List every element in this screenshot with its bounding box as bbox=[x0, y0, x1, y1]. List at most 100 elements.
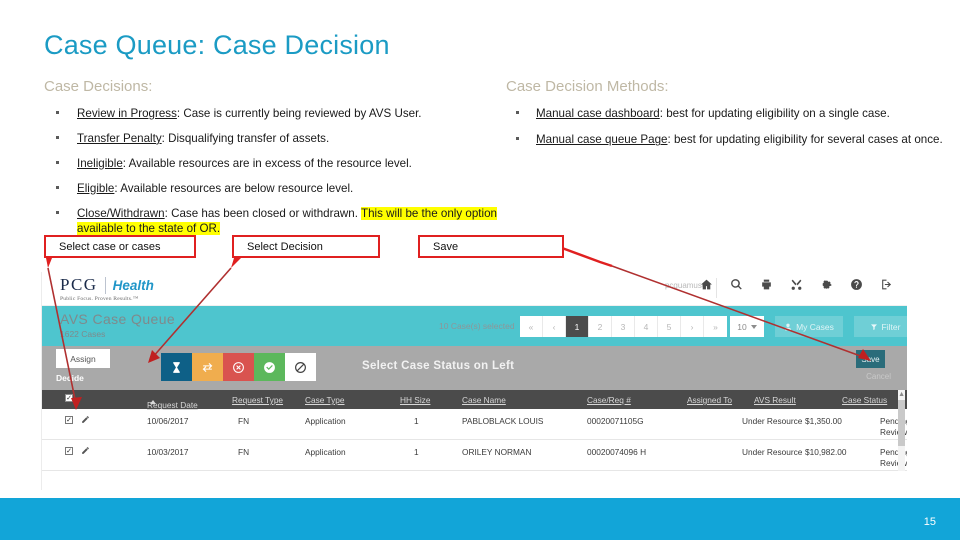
callout-save: Save bbox=[418, 235, 564, 258]
page-button-5[interactable]: 5 bbox=[658, 316, 681, 337]
header-case-req[interactable]: Case/Req # bbox=[587, 395, 631, 405]
cases-table: ✓ Request Date Request Type Case Type HH… bbox=[42, 390, 907, 471]
row-checkbox[interactable]: ✓ bbox=[65, 416, 73, 424]
page-button-1[interactable]: 1 bbox=[566, 316, 589, 337]
hourglass-icon bbox=[173, 361, 180, 373]
scroll-up-icon[interactable]: ▲ bbox=[898, 391, 905, 398]
header-avs-result[interactable]: AVS Result bbox=[754, 395, 796, 405]
circle-x-icon bbox=[233, 361, 244, 373]
table-row[interactable]: ✓ 10/03/2017 FN Application 1 ORILEY NOR… bbox=[42, 440, 907, 471]
list-item: Manual case queue Page: best for updatin… bbox=[506, 132, 946, 147]
assign-button[interactable]: Assign bbox=[56, 349, 110, 368]
case-decisions-heading: Case Decisions: bbox=[44, 78, 153, 95]
description: : best for updating eligibility for seve… bbox=[667, 133, 943, 147]
filter-label: Filter bbox=[881, 321, 901, 332]
page-button-3[interactable]: 3 bbox=[612, 316, 635, 337]
case-decision-methods-heading: Case Decision Methods: bbox=[506, 78, 669, 95]
description: : best for updating eligibility on a sin… bbox=[659, 107, 890, 120]
edit-pencil-icon[interactable] bbox=[81, 415, 90, 424]
bullet-icon bbox=[516, 137, 519, 141]
page-title: Case Queue: Case Decision bbox=[44, 30, 390, 60]
select-all-checkbox[interactable]: ✓ bbox=[65, 394, 73, 402]
queue-title-block: AVS Case Queue 1622 Cases bbox=[60, 311, 175, 339]
page-button-4[interactable]: 4 bbox=[635, 316, 658, 337]
circle-check-icon bbox=[264, 361, 275, 373]
header-request-type[interactable]: Request Type bbox=[232, 395, 283, 405]
status-button-group bbox=[161, 353, 316, 381]
logo-tagline: Public Focus. Proven Results.™ bbox=[60, 296, 139, 302]
page-number: 15 bbox=[923, 516, 936, 528]
list-item: Eligible: Available resources are below … bbox=[44, 181, 500, 196]
transfer-arrows-icon bbox=[202, 362, 213, 372]
edit-pencil-icon[interactable] bbox=[81, 446, 90, 455]
cell-hh-size: 1 bbox=[414, 447, 419, 457]
status-button-ineligible[interactable] bbox=[223, 353, 254, 381]
queue-title: AVS Case Queue bbox=[60, 311, 176, 327]
description: : Available resources are below resource… bbox=[114, 181, 354, 195]
header-case-status[interactable]: Case Status bbox=[842, 395, 887, 405]
prohibited-icon bbox=[295, 361, 306, 373]
help-icon[interactable] bbox=[850, 278, 863, 291]
header-case-name[interactable]: Case Name bbox=[462, 395, 506, 405]
header-case-type[interactable]: Case Type bbox=[305, 395, 345, 405]
page-prev-button[interactable]: ‹ bbox=[543, 316, 566, 337]
bullet-icon bbox=[56, 210, 59, 214]
bullet-icon bbox=[56, 135, 59, 139]
page-size-select[interactable]: 10 bbox=[730, 316, 764, 337]
status-button-review-in-progress[interactable] bbox=[161, 353, 192, 381]
logo-pcg-text: PCG bbox=[60, 275, 98, 294]
row-checkbox[interactable]: ✓ bbox=[65, 447, 73, 455]
app-screenshot: PCG Health Public Focus. Proven Results.… bbox=[41, 272, 907, 490]
my-cases-button[interactable]: My Cases bbox=[775, 316, 843, 337]
logout-icon[interactable] bbox=[880, 278, 893, 291]
case-decisions-list: Review in Progress: Case is currently be… bbox=[44, 106, 500, 236]
callout-select-decision: Select Decision bbox=[232, 235, 380, 258]
page-first-button[interactable]: « bbox=[520, 316, 543, 337]
status-button-close-withdrawn[interactable] bbox=[285, 353, 316, 381]
print-icon[interactable] bbox=[760, 278, 773, 291]
search-icon[interactable] bbox=[730, 278, 743, 291]
page-button-2[interactable]: 2 bbox=[589, 316, 612, 337]
gear-icon[interactable] bbox=[820, 278, 833, 291]
bullet-icon bbox=[56, 111, 59, 114]
header-assigned-to[interactable]: Assigned To bbox=[687, 395, 732, 405]
status-button-transfer-penalty[interactable] bbox=[192, 353, 223, 381]
case-decision-methods-column: Case Decision Methods: Manual case dashb… bbox=[506, 78, 946, 159]
app-header-band: AVS Case Queue 1622 Cases 10 Case(s) sel… bbox=[42, 306, 907, 346]
cell-request-date: 10/06/2017 bbox=[147, 416, 189, 426]
header-hh-size[interactable]: HH Size bbox=[400, 395, 430, 405]
cell-case-name: ORILEY NORMAN bbox=[462, 447, 532, 457]
cell-avs-result: Under Resource bbox=[742, 447, 803, 457]
select-status-prompt: Select Case Status on Left bbox=[362, 360, 515, 372]
description: : Case has been closed or withdrawn. bbox=[164, 206, 361, 220]
slide: Case Queue: Case Decision Case Decisions… bbox=[0, 0, 960, 540]
list-item: Ineligible: Available resources are in e… bbox=[44, 156, 500, 171]
term: Eligible bbox=[77, 181, 115, 195]
app-cancel-link[interactable]: Cancel bbox=[866, 372, 891, 381]
case-decisions-column: Case Decisions: Review in Progress: Case… bbox=[44, 78, 500, 246]
case-decision-methods-list: Manual case dashboard: best for updating… bbox=[506, 106, 946, 148]
home-icon[interactable] bbox=[700, 278, 713, 291]
list-item: Transfer Penalty: Disqualifying transfer… bbox=[44, 131, 500, 146]
table-scrollbar-thumb[interactable] bbox=[898, 400, 905, 446]
term: Review in Progress bbox=[77, 107, 177, 120]
app-save-button[interactable]: Save bbox=[856, 350, 885, 368]
term: Transfer Penalty bbox=[77, 131, 162, 145]
tools-icon[interactable] bbox=[790, 278, 803, 291]
pagination[interactable]: « ‹ 1 2 3 4 5 › » bbox=[520, 316, 727, 337]
page-last-button[interactable]: » bbox=[704, 316, 727, 337]
app-top-bar: PCG Health Public Focus. Proven Results.… bbox=[42, 272, 907, 306]
queue-case-count: 1622 Cases bbox=[60, 329, 106, 339]
page-next-button[interactable]: › bbox=[681, 316, 704, 337]
status-button-eligible[interactable] bbox=[254, 353, 285, 381]
sort-ascending-icon bbox=[150, 400, 156, 404]
cell-case-type: Application bbox=[305, 416, 346, 426]
filter-button[interactable]: Filter bbox=[854, 316, 907, 337]
cell-case-name: PABLOBLACK LOUIS bbox=[462, 416, 544, 426]
term: Ineligible bbox=[77, 156, 123, 170]
cell-case-req: 00020071105G bbox=[587, 416, 644, 426]
slide-footer: 15 bbox=[0, 498, 960, 540]
table-row[interactable]: ✓ 10/06/2017 FN Application 1 PABLOBLACK… bbox=[42, 409, 907, 440]
list-item: Manual case dashboard: best for updating… bbox=[506, 106, 946, 121]
list-item: Review in Progress: Case is currently be… bbox=[44, 106, 500, 121]
